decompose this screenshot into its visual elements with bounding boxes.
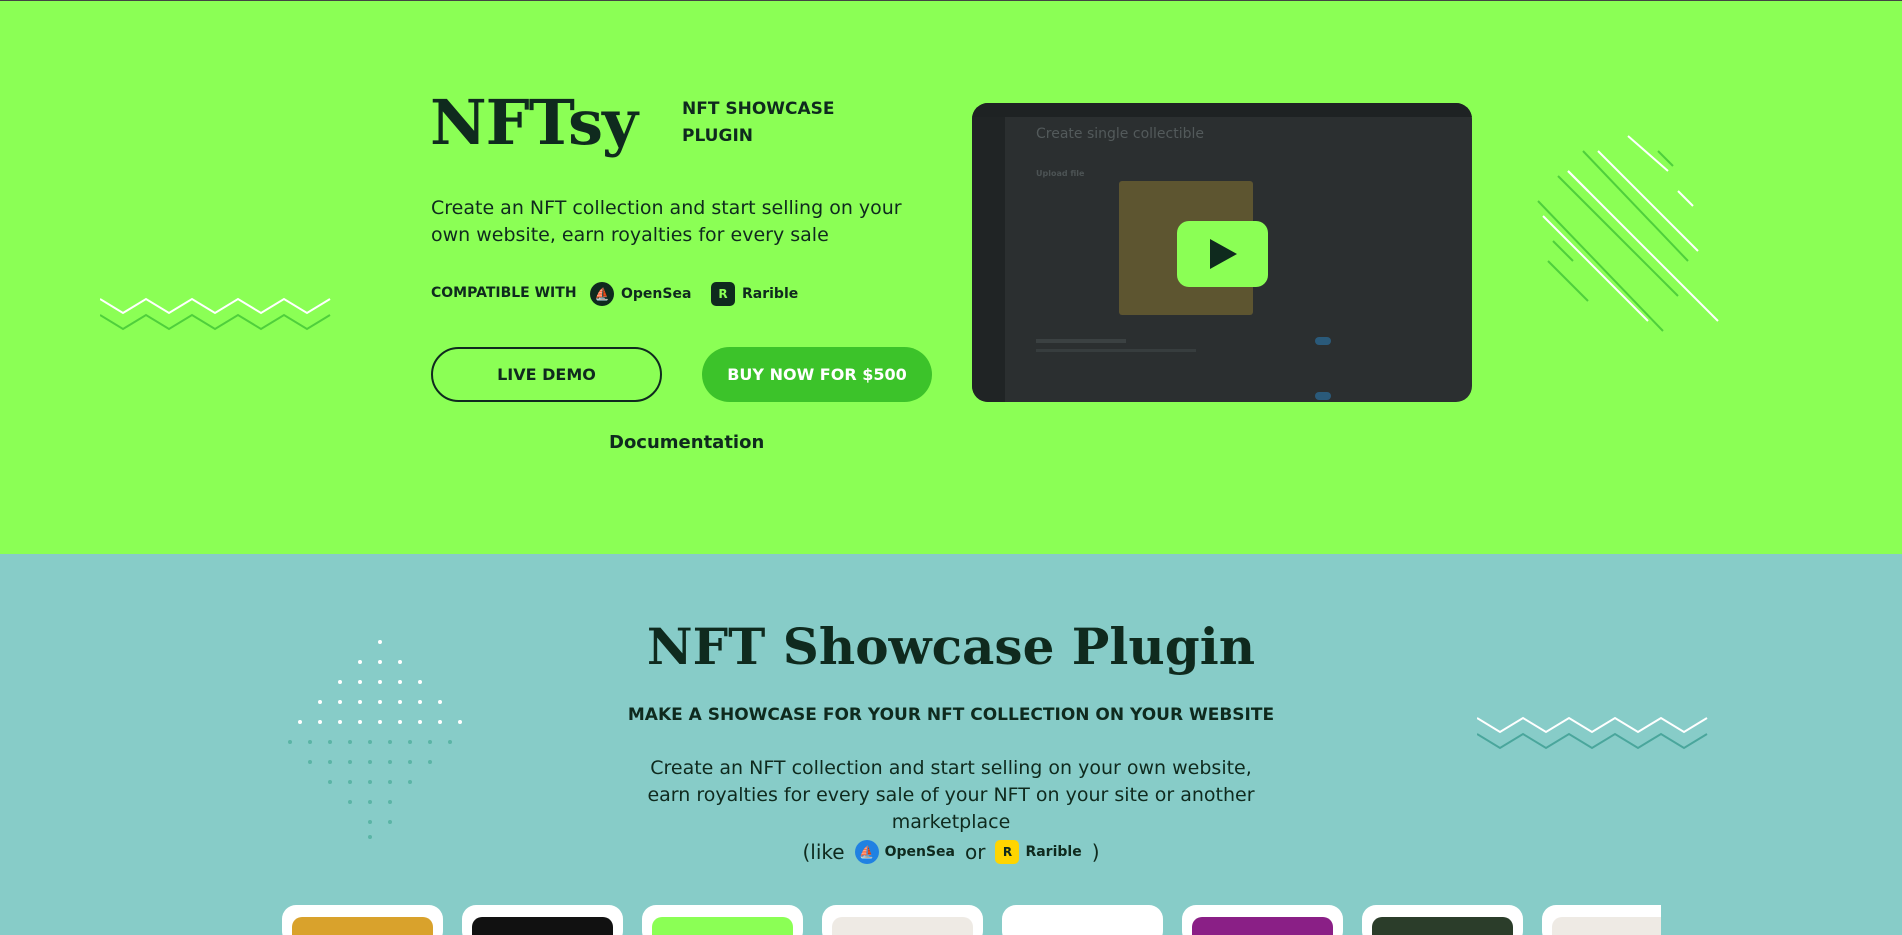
video-player[interactable]: Create single collectible Upload file [972, 103, 1472, 402]
nft-image [292, 917, 433, 935]
zigzag-decoration-left [100, 297, 331, 331]
nft-image [1192, 917, 1333, 935]
nft-image [1552, 917, 1661, 935]
video-sidebar [972, 117, 1005, 402]
nft-card[interactable] [642, 905, 803, 935]
rarible-inline-label: Rarible [1025, 844, 1082, 860]
showcase-subtitle: MAKE A SHOWCASE FOR YOUR NFT COLLECTION … [627, 705, 1275, 725]
showcase-section [0, 554, 1902, 935]
nft-card[interactable] [822, 905, 983, 935]
nft-card[interactable] [462, 905, 623, 935]
nft-image [1372, 917, 1513, 935]
live-demo-button[interactable]: LIVE DEMO [431, 347, 662, 402]
nft-card[interactable] [1182, 905, 1343, 935]
opensea-icon: ⛵ [590, 282, 614, 306]
buy-now-button[interactable]: BUY NOW FOR $500 [702, 347, 932, 402]
video-upload-label: Upload file [1036, 169, 1085, 178]
like-open-text: (like [802, 840, 845, 864]
compatible-label: COMPATIBLE WITH [431, 285, 577, 301]
opensea-icon: ⛵ [854, 840, 879, 864]
play-icon [1209, 239, 1237, 269]
hatch-decoration-right [1537, 135, 1719, 332]
nft-card[interactable] [1542, 905, 1661, 935]
video-text-line [1036, 339, 1126, 343]
play-button[interactable] [1177, 221, 1268, 287]
opensea-inline-badge: ⛵ OpenSea [854, 840, 955, 864]
rarible-icon: R [995, 840, 1020, 864]
rarible-label: Rarible [742, 286, 799, 302]
nft-image [832, 917, 973, 935]
nft-card[interactable] [1362, 905, 1523, 935]
opensea-inline-label: OpenSea [884, 844, 955, 860]
nft-card[interactable] [1002, 905, 1163, 935]
hero-section: NFTsy NFT SHOWCASE PLUGIN Create an NFT … [0, 1, 1902, 554]
nft-image [472, 917, 613, 935]
marketplace-mention: (like ⛵ OpenSea or R Rarible ) [0, 840, 1902, 864]
like-or-text: or [964, 840, 986, 864]
opensea-badge: ⛵ OpenSea [590, 282, 691, 306]
video-toggle [1315, 337, 1331, 345]
video-toggle [1315, 392, 1331, 400]
hero-description: Create an NFT collection and start selli… [431, 197, 902, 246]
documentation-link[interactable]: Documentation [609, 432, 764, 453]
rarible-icon: R [711, 282, 735, 306]
video-screen-title: Create single collectible [1036, 126, 1204, 142]
rarible-inline-badge: R Rarible [995, 840, 1082, 864]
like-close-text: ) [1091, 840, 1100, 864]
showcase-title: NFT Showcase Plugin [646, 617, 1256, 676]
nft-card-carousel [282, 905, 1661, 935]
nft-card[interactable] [282, 905, 443, 935]
nft-image [1012, 917, 1153, 935]
opensea-label: OpenSea [621, 286, 692, 302]
video-text-line [1036, 349, 1196, 352]
showcase-description: Create an NFT collection and start selli… [647, 757, 1255, 833]
video-window-bar [972, 103, 1472, 117]
rarible-badge: R Rarible [711, 282, 798, 306]
site-logo[interactable]: NFTsy [430, 87, 638, 159]
nft-image [652, 917, 793, 935]
tagline: NFT SHOWCASE PLUGIN [682, 99, 835, 146]
